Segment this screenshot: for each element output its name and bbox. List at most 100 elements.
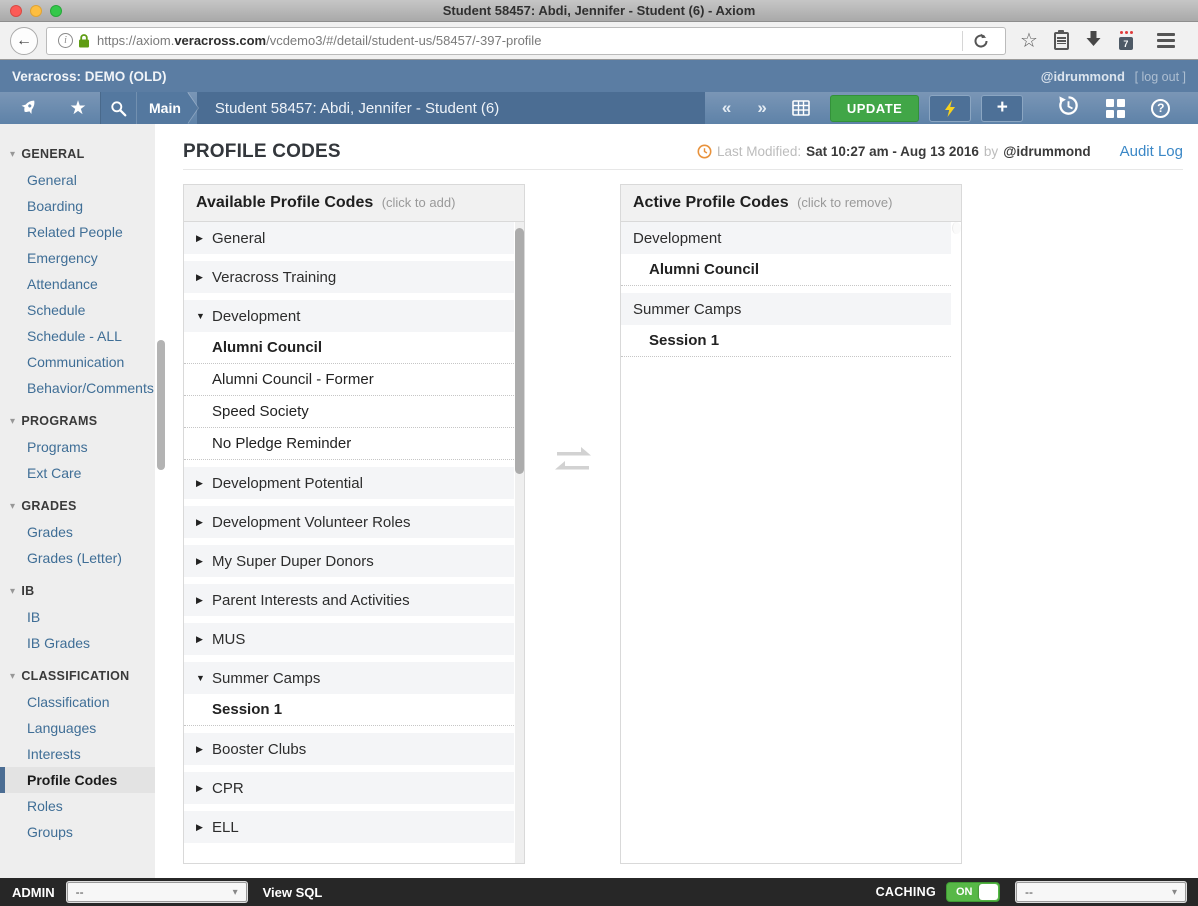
sidebar-item-profile-codes[interactable]: Profile Codes bbox=[0, 767, 155, 793]
sidebar-item-schedule-all[interactable]: Schedule - ALL bbox=[0, 323, 155, 349]
available-group-row-parent-interests-and-activities[interactable]: ▶Parent Interests and Activities bbox=[184, 584, 514, 616]
available-group-row-summer-camps[interactable]: ▼Summer Camps bbox=[184, 662, 514, 694]
sidebar-item-languages[interactable]: Languages bbox=[0, 715, 155, 741]
download-icon[interactable] bbox=[1085, 30, 1102, 52]
sidebar-section-classification[interactable]: ▾CLASSIFICATION bbox=[0, 656, 155, 689]
available-code-no-pledge-reminder[interactable]: No Pledge Reminder bbox=[184, 428, 514, 460]
next-record-button[interactable]: » bbox=[746, 98, 777, 118]
sidebar-section-grades[interactable]: ▾GRADES bbox=[0, 486, 155, 519]
available-panel-title: Available Profile Codes bbox=[196, 194, 373, 211]
sidebar-scrollbar-thumb[interactable] bbox=[157, 340, 165, 470]
admin-left-select[interactable]: -- ▾ bbox=[67, 882, 247, 902]
prev-record-button[interactable]: « bbox=[711, 98, 742, 118]
rocket-icon[interactable] bbox=[0, 92, 56, 124]
available-group-development-potential: ▶Development Potential bbox=[184, 467, 514, 499]
info-icon[interactable]: i bbox=[58, 33, 73, 48]
quick-actions-button[interactable] bbox=[929, 95, 971, 122]
sidebar-section-general[interactable]: ▾ GENERAL bbox=[0, 134, 155, 167]
search-icon[interactable] bbox=[100, 92, 136, 124]
sidebar-scrollbar[interactable] bbox=[155, 124, 168, 878]
active-scrollbar[interactable] bbox=[952, 222, 961, 234]
available-group-row-cpr[interactable]: ▶CPR bbox=[184, 772, 514, 804]
available-scrollbar-thumb[interactable] bbox=[515, 228, 524, 474]
help-icon[interactable]: ? bbox=[1151, 99, 1170, 118]
available-scrollbar[interactable] bbox=[515, 222, 524, 863]
available-group-row-my-super-duper-donors[interactable]: ▶My Super Duper Donors bbox=[184, 545, 514, 577]
sidebar-item-ext-care[interactable]: Ext Care bbox=[0, 460, 155, 486]
sidebar-item-ib-grades[interactable]: IB Grades bbox=[0, 630, 155, 656]
lock-icon[interactable] bbox=[78, 33, 90, 48]
available-code-session-1[interactable]: Session 1 bbox=[184, 694, 514, 726]
available-group-row-booster-clubs[interactable]: ▶Booster Clubs bbox=[184, 733, 514, 765]
sidebar-item-programs[interactable]: Programs bbox=[0, 434, 155, 460]
main-area: ▾GENERALGeneralBoardingRelated PeopleEme… bbox=[0, 124, 1198, 878]
available-code-speed-society[interactable]: Speed Society bbox=[184, 396, 514, 428]
env-label: Veracross: DEMO (OLD) bbox=[12, 69, 167, 84]
browser-toolbar: ← i https://axiom.veracross.com/vcdemo3/… bbox=[0, 22, 1198, 60]
page-title: PROFILE CODES bbox=[183, 141, 341, 163]
sidebar-item-related-people[interactable]: Related People bbox=[0, 219, 155, 245]
sidebar-item-boarding[interactable]: Boarding bbox=[0, 193, 155, 219]
table-view-icon[interactable] bbox=[782, 100, 820, 116]
group-label: MUS bbox=[212, 631, 245, 648]
available-group-general: ▶General bbox=[184, 222, 514, 254]
record-title-tab[interactable]: Student 58457: Abdi, Jennifer - Student … bbox=[197, 92, 705, 124]
sidebar-item-general[interactable]: General bbox=[0, 167, 155, 193]
sidebar-item-interests[interactable]: Interests bbox=[0, 741, 155, 767]
group-label: Summer Camps bbox=[212, 670, 320, 687]
clipboard-icon[interactable] bbox=[1054, 32, 1069, 50]
available-group-row-general[interactable]: ▶General bbox=[184, 222, 514, 254]
active-group-row-summer-camps: Summer Camps bbox=[621, 293, 951, 325]
sidebar-item-groups[interactable]: Groups bbox=[0, 819, 155, 845]
sidebar-item-schedule[interactable]: Schedule bbox=[0, 297, 155, 323]
sidebar-item-behavior-comments[interactable]: Behavior/Comments bbox=[0, 375, 155, 401]
view-sql-link[interactable]: View SQL bbox=[263, 885, 323, 900]
available-group-row-veracross-training[interactable]: ▶Veracross Training bbox=[184, 261, 514, 293]
breadcrumb-main[interactable]: Main bbox=[136, 92, 187, 124]
sidebar-item-classification[interactable]: Classification bbox=[0, 689, 155, 715]
group-label: Veracross Training bbox=[212, 269, 336, 286]
sidebar-section-ib[interactable]: ▾IB bbox=[0, 571, 155, 604]
sidebar-section-programs[interactable]: ▾PROGRAMS bbox=[0, 401, 155, 434]
active-code-alumni-council[interactable]: Alumni Council bbox=[621, 254, 951, 286]
update-button[interactable]: UPDATE bbox=[830, 95, 919, 122]
section-triangle-icon: ▾ bbox=[10, 149, 15, 160]
sidebar-item-grades-letter[interactable]: Grades (Letter) bbox=[0, 545, 155, 571]
url-bar[interactable]: i https://axiom.veracross.com/vcdemo3/#/… bbox=[46, 27, 1006, 55]
extension-badge-icon[interactable]: 7 bbox=[1118, 31, 1135, 50]
swap-icon bbox=[525, 446, 620, 480]
sidebar-item-roles[interactable]: Roles bbox=[0, 793, 155, 819]
favorites-star-icon[interactable]: ★ bbox=[56, 92, 100, 124]
sidebar-item-attendance[interactable]: Attendance bbox=[0, 271, 155, 297]
sidebar-item-grades[interactable]: Grades bbox=[0, 519, 155, 545]
current-user[interactable]: @idrummond bbox=[1041, 69, 1125, 84]
sidebar-section-label: GENERAL bbox=[21, 147, 84, 161]
sidebar-item-communication[interactable]: Communication bbox=[0, 349, 155, 375]
active-code-session-1[interactable]: Session 1 bbox=[621, 325, 951, 357]
modified-by[interactable]: @idrummond bbox=[1003, 144, 1090, 159]
available-group-row-development-volunteer-roles[interactable]: ▶Development Volunteer Roles bbox=[184, 506, 514, 538]
apps-grid-icon[interactable] bbox=[1106, 99, 1125, 118]
bookmark-star-icon[interactable]: ☆ bbox=[1020, 31, 1038, 51]
group-label: General bbox=[212, 230, 265, 247]
menu-icon[interactable] bbox=[1157, 33, 1175, 48]
available-code-alumni-council[interactable]: Alumni Council bbox=[184, 332, 514, 364]
logout-link[interactable]: [ log out ] bbox=[1135, 70, 1186, 84]
history-icon[interactable] bbox=[1057, 94, 1080, 122]
sidebar-section-label: PROGRAMS bbox=[21, 414, 97, 428]
group-label: Development Volunteer Roles bbox=[212, 514, 410, 531]
back-button[interactable]: ← bbox=[10, 27, 38, 55]
sidebar-item-emergency[interactable]: Emergency bbox=[0, 245, 155, 271]
available-code-alumni-council-former[interactable]: Alumni Council - Former bbox=[184, 364, 514, 396]
available-group-row-ell[interactable]: ▶ELL bbox=[184, 811, 514, 843]
sidebar-item-ib[interactable]: IB bbox=[0, 604, 155, 630]
available-group-row-development-potential[interactable]: ▶Development Potential bbox=[184, 467, 514, 499]
audit-log-link[interactable]: Audit Log bbox=[1120, 143, 1183, 160]
admin-right-select[interactable]: -- ▾ bbox=[1016, 882, 1186, 902]
caching-toggle[interactable]: ON bbox=[946, 882, 1000, 902]
veracross-toolbar: ★ Main Student 58457: Abdi, Jennifer - S… bbox=[0, 92, 1198, 124]
available-group-row-development[interactable]: ▼Development bbox=[184, 300, 514, 332]
reload-icon[interactable] bbox=[963, 33, 999, 49]
add-record-button[interactable]: + bbox=[981, 95, 1023, 122]
available-group-row-mus[interactable]: ▶MUS bbox=[184, 623, 514, 655]
